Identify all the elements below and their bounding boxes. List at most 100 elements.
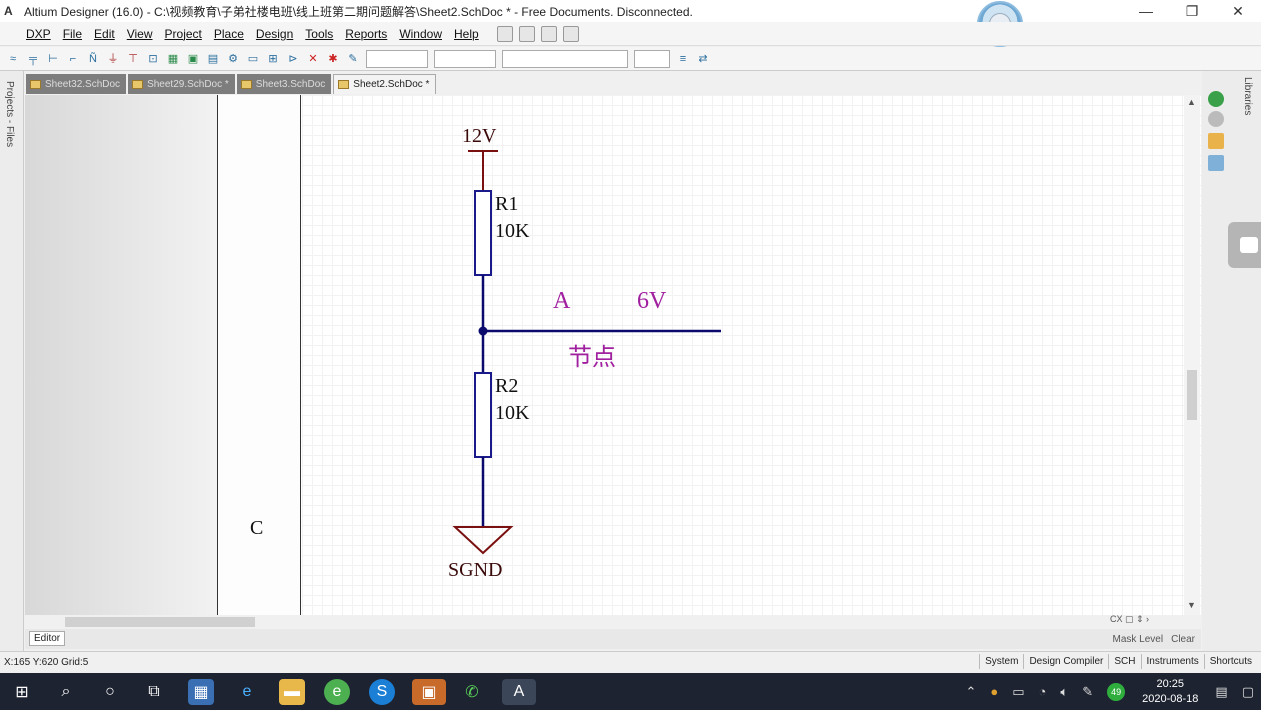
combo-3[interactable] <box>502 49 628 68</box>
sheet-entry-icon[interactable]: ▣ <box>186 52 200 66</box>
tab-sheet32[interactable]: Sheet32.SchDoc <box>26 74 127 94</box>
harness-icon[interactable]: ⚙ <box>226 52 240 66</box>
sogou-icon[interactable]: S <box>369 679 395 705</box>
menu-tools[interactable]: Tools <box>305 27 333 41</box>
menu-reports[interactable]: Reports <box>345 27 387 41</box>
cx-control[interactable]: CX ▢ ⇕ › <box>1110 614 1149 625</box>
menu-help[interactable]: Help <box>454 27 479 41</box>
back-icon[interactable] <box>1208 91 1224 107</box>
directive-icon[interactable]: ⊳ <box>286 52 300 66</box>
vcc-port-icon[interactable]: ⊤ <box>126 52 140 66</box>
port-icon[interactable]: ▭ <box>246 52 260 66</box>
projects-panel[interactable]: Projects - Files <box>0 71 24 651</box>
place-wire-icon[interactable]: ≈ <box>6 52 20 66</box>
floating-tool-button[interactable] <box>1228 222 1261 268</box>
combo-2[interactable] <box>434 49 496 68</box>
design-compiler-button[interactable]: Design Compiler <box>1023 654 1108 669</box>
active-app-icon[interactable]: ▣ <box>412 679 446 705</box>
window-controls: — ❐ ✕ <box>1123 0 1261 22</box>
task-view-icon[interactable]: ⧉ <box>141 679 167 705</box>
maximize-button[interactable]: ❐ <box>1169 0 1215 22</box>
net-icon[interactable]: Ñ <box>86 52 100 66</box>
clock-date: 2020-08-18 <box>1142 692 1199 705</box>
clock[interactable]: 20:25 2020-08-18 <box>1142 677 1198 707</box>
menu-project[interactable]: Project <box>165 27 202 41</box>
mask-level-button[interactable]: Mask Level <box>1113 634 1164 645</box>
compile-mask-icon[interactable]: ✱ <box>326 52 340 66</box>
ground-tool-icon[interactable] <box>540 25 557 42</box>
part-icon[interactable]: ⊡ <box>146 52 160 66</box>
system-tray: ⌃ ● ▭ ◔ 🔈︎ ✎ 49 20:25 2020-08-18 ▤ ▢ <box>958 673 1261 710</box>
combo-1[interactable] <box>366 49 428 68</box>
align-tool-icon[interactable] <box>518 25 535 42</box>
menu-window[interactable]: Window <box>399 27 442 41</box>
notification-badge[interactable]: 49 <box>1107 682 1126 701</box>
wire-tool-icon[interactable] <box>496 25 513 42</box>
minimize-button[interactable]: — <box>1123 0 1169 22</box>
menu-edit[interactable]: Edit <box>94 27 115 41</box>
scroll-down-icon[interactable]: ▼ <box>1187 600 1196 610</box>
calculator-icon[interactable]: ▦ <box>188 679 214 705</box>
editor-tab[interactable]: Editor <box>29 631 66 646</box>
align-icon[interactable]: ⇄ <box>696 52 710 66</box>
no-erc-icon[interactable]: ✕ <box>306 52 320 66</box>
place-bus-icon[interactable]: ╤ <box>26 52 40 66</box>
clear-button[interactable]: Clear <box>1171 634 1195 645</box>
horizontal-scrollbar[interactable] <box>25 615 1201 629</box>
tab-sheet3[interactable]: Sheet3.SchDoc <box>236 74 332 94</box>
edge-icon[interactable]: e <box>234 679 260 705</box>
action-center-icon[interactable]: ▢ <box>1242 684 1254 700</box>
menu-dxp[interactable]: DXP <box>26 27 51 41</box>
chevron-up-icon[interactable]: ⌃ <box>965 684 976 700</box>
schdoc-icon <box>132 79 144 89</box>
off-sheet-icon[interactable]: ⊞ <box>266 52 280 66</box>
start-icon[interactable]: ⊞ <box>9 679 35 705</box>
net-label-icon[interactable]: ⌐ <box>66 52 80 66</box>
vertical-scroll-thumb[interactable] <box>1187 370 1197 420</box>
projects-panel-label[interactable]: Projects - Files <box>4 81 15 147</box>
system-button[interactable]: System <box>979 654 1023 669</box>
wifi-icon[interactable]: ◔ <box>1039 684 1047 699</box>
schematic-canvas[interactable]: C 12V R1 10K A 6V 节点 R2 10K SGND <box>25 95 1201 615</box>
tab-sheet2[interactable]: Sheet2.SchDoc * <box>333 74 437 94</box>
menu-bar: DXP File Edit View Project Place Design … <box>0 22 1261 46</box>
vertical-scrollbar[interactable]: ▲ ▼ <box>1184 95 1200 615</box>
cortana-icon[interactable]: ○ <box>97 679 123 705</box>
device-sheet-icon[interactable]: ▤ <box>206 52 220 66</box>
wechat-icon[interactable]: ✆ <box>459 679 485 705</box>
combo-4[interactable] <box>634 49 670 68</box>
menu-place[interactable]: Place <box>214 27 244 41</box>
sheet-symbol-icon[interactable]: ▦ <box>166 52 180 66</box>
menu-file[interactable]: File <box>63 27 82 41</box>
volume-icon[interactable]: 🔈︎ <box>1060 684 1068 700</box>
pen-tray-icon[interactable]: ✎ <box>1082 684 1093 700</box>
instruments-button[interactable]: Instruments <box>1140 654 1204 669</box>
forward-icon[interactable] <box>1208 111 1224 127</box>
tab-sheet29[interactable]: Sheet29.SchDoc * <box>128 74 235 94</box>
window-title: Altium Designer (16.0) - C:\视频教育\子弟社楼电班\… <box>24 4 693 19</box>
scroll-up-icon[interactable]: ▲ <box>1187 97 1196 107</box>
close-button[interactable]: ✕ <box>1215 0 1261 22</box>
grid-tool-icon[interactable] <box>562 25 579 42</box>
tray-app-icon[interactable]: ● <box>990 684 998 699</box>
shortcuts-button[interactable]: Shortcuts <box>1203 654 1257 669</box>
browser-360-icon[interactable]: e <box>324 679 350 705</box>
home-icon[interactable] <box>1208 133 1224 149</box>
menu-design[interactable]: Design <box>256 27 293 41</box>
menu-view[interactable]: View <box>127 27 153 41</box>
line-style-icon[interactable]: ≡ <box>676 52 690 66</box>
pen-icon[interactable]: ✎ <box>346 52 360 66</box>
search-icon[interactable]: ⌕ <box>53 679 79 705</box>
horizontal-scroll-thumb[interactable] <box>65 617 255 627</box>
file-explorer-icon[interactable]: ▬ <box>279 679 305 705</box>
altium-taskbar-icon[interactable]: A <box>502 679 536 705</box>
libraries-panel: Libraries <box>1202 71 1261 651</box>
menu-toolbar <box>496 25 579 42</box>
libraries-panel-label[interactable]: Libraries <box>1242 77 1253 115</box>
sch-button[interactable]: SCH <box>1108 654 1140 669</box>
notes-icon[interactable]: ▤ <box>1215 684 1227 700</box>
battery-icon[interactable]: ▭ <box>1012 684 1024 700</box>
refresh-icon[interactable] <box>1208 155 1224 171</box>
gnd-port-icon[interactable]: ⏚ <box>106 52 120 66</box>
bus-entry-icon[interactable]: ⊢ <box>46 52 60 66</box>
